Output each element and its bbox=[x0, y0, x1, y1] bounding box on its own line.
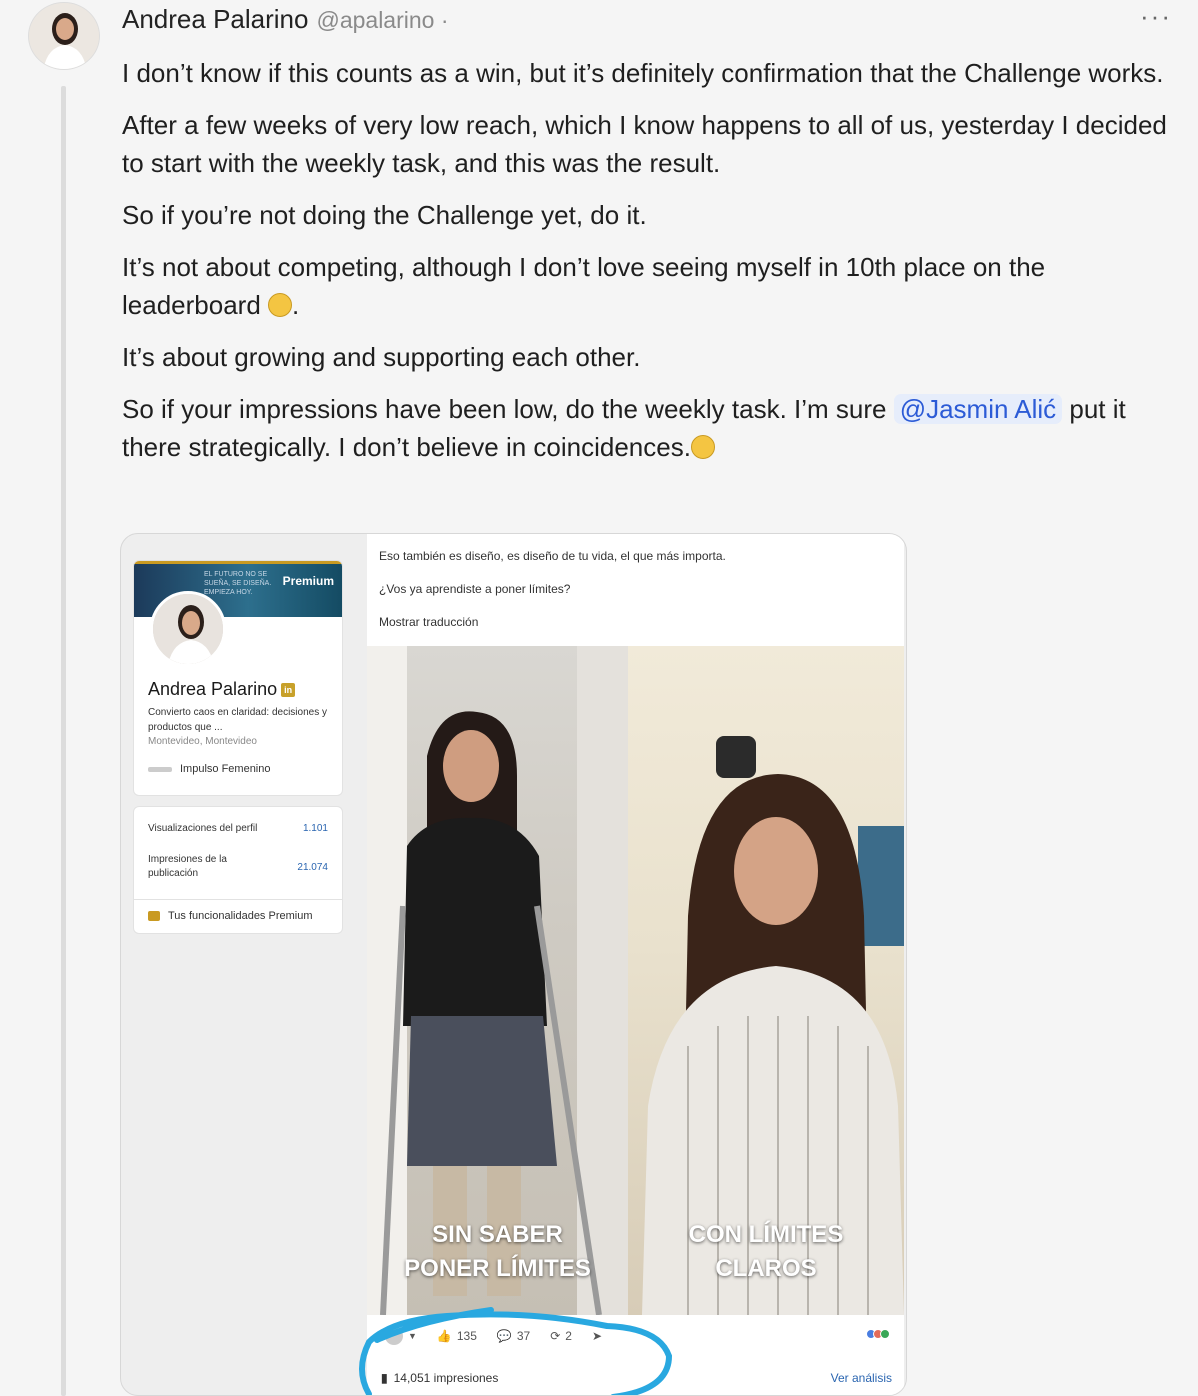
repost-count-value: 2 bbox=[565, 1329, 572, 1343]
post-paragraph-text: So if your impressions have been low, do… bbox=[122, 394, 894, 424]
profile-name-text: Andrea Palarino bbox=[148, 679, 278, 699]
impressions-value: 14,051 impresiones bbox=[393, 1371, 499, 1385]
celebrate-reaction-icon bbox=[880, 1329, 890, 1339]
caption-line: PONER LÍMITES bbox=[404, 1255, 591, 1282]
grinning-face-icon bbox=[268, 293, 293, 317]
stat-post-impressions: Impresiones de la publicación 21.074 bbox=[148, 853, 328, 881]
send-icon: ➤ bbox=[591, 1329, 603, 1343]
linkedin-profile-card: EL FUTURO NO SE SUEÑA, SE DISEÑA. EMPIEZ… bbox=[133, 560, 343, 796]
post-paragraph: It’s about growing and supporting each o… bbox=[122, 342, 641, 372]
caption-after: CON LÍMITES CLAROS bbox=[628, 1218, 904, 1286]
translate-link: Mostrar traducción bbox=[379, 615, 479, 629]
premium-features-link: Tus funcionalidades Premium bbox=[134, 899, 342, 932]
mention-link[interactable]: @Jasmin Alić bbox=[893, 394, 1063, 424]
linkedin-post: Eso también es diseño, es diseño de tu v… bbox=[367, 534, 904, 1395]
stat-profile-views: Visualizaciones del perfil 1.101 bbox=[148, 823, 328, 834]
profile-headline: Convierto caos en claridad: decisiones y… bbox=[148, 707, 327, 733]
profile-name: Andrea Palarino in bbox=[148, 679, 296, 700]
caption-before: SIN SABER PONER LÍMITES bbox=[367, 1218, 628, 1286]
post-paragraph: It’s not about competing, although I don… bbox=[122, 248, 1172, 324]
sunglasses-face-icon bbox=[690, 435, 715, 459]
linkedin-badge-icon: in bbox=[281, 682, 296, 697]
caption-line: SIN SABER bbox=[432, 1221, 563, 1248]
post-paragraph-text: It’s not about competing, although I don… bbox=[122, 252, 1046, 320]
reaction-selector: ▼ bbox=[385, 1327, 417, 1345]
author-name[interactable]: Andrea Palarino bbox=[122, 4, 308, 35]
profile-location: Montevideo, Montevideo bbox=[148, 736, 257, 747]
repost-count: ⟳ 2 bbox=[550, 1329, 572, 1343]
post-line: Eso también es diseño, es diseño de tu v… bbox=[379, 549, 726, 563]
avatar-image bbox=[29, 3, 99, 69]
premium-label: Premium bbox=[282, 574, 334, 588]
profile-organization: Impulso Femenino bbox=[148, 763, 271, 775]
like-count-value: 135 bbox=[456, 1329, 477, 1343]
stat-value: 1.101 bbox=[302, 823, 328, 834]
photo-before: SIN SABER PONER LÍMITES bbox=[367, 646, 628, 1315]
action-row: ▼ 👍 135 💬 37 ⟳ 2 ➤ bbox=[385, 1327, 602, 1345]
post-header: Andrea Palarino @apalarino · bbox=[122, 4, 449, 38]
photo-after-image bbox=[642, 736, 904, 1315]
author-handle[interactable]: @apalarino · bbox=[316, 7, 448, 34]
organization-name: Impulso Femenino bbox=[180, 763, 271, 775]
repost-icon: ⟳ bbox=[550, 1329, 561, 1343]
like-count: 👍 135 bbox=[437, 1329, 477, 1343]
comment-icon: 💬 bbox=[496, 1329, 512, 1343]
stat-value: 21.074 bbox=[297, 861, 328, 873]
thread-line bbox=[61, 86, 66, 1396]
bar-chart-icon: ▮ bbox=[381, 1371, 388, 1385]
post-paragraph: So if you’re not doing the Challenge yet… bbox=[122, 200, 647, 230]
reaction-icons bbox=[866, 1329, 890, 1339]
profile-photo-image bbox=[153, 594, 223, 664]
organization-logo-icon bbox=[148, 766, 172, 772]
image-attachment[interactable]: EL FUTURO NO SE SUEÑA, SE DISEÑA. EMPIEZ… bbox=[120, 533, 907, 1396]
user-avatar-icon bbox=[385, 1327, 403, 1345]
impressions: ▮ 14,051 impresiones bbox=[381, 1371, 498, 1385]
comment-count: 💬 37 bbox=[497, 1329, 530, 1343]
post-photo-collage: SIN SABER PONER LÍMITES CON LÍMITES CLAR… bbox=[367, 646, 904, 1315]
post-paragraph: I don’t know if this counts as a win, bu… bbox=[122, 58, 1164, 88]
comment-count-value: 37 bbox=[516, 1329, 531, 1343]
stat-label: Visualizaciones del perfil bbox=[148, 823, 258, 834]
post-actions-bar: ▼ 👍 135 💬 37 ⟳ 2 ➤ ▮ 14,051 impresiones … bbox=[367, 1315, 904, 1395]
chevron-down-icon: ▼ bbox=[408, 1331, 417, 1341]
photo-after: CON LÍMITES CLAROS bbox=[628, 646, 904, 1315]
post-body: I don’t know if this counts as a win, bu… bbox=[122, 54, 1172, 480]
post-paragraph: After a few weeks of very low reach, whi… bbox=[122, 110, 1167, 178]
like-icon: 👍 bbox=[436, 1329, 452, 1343]
caption-line: CON LÍMITES bbox=[688, 1221, 844, 1248]
photo-before-image bbox=[367, 646, 628, 1315]
stat-label: Impresiones de la publicación bbox=[148, 854, 227, 879]
premium-features-label: Tus funcionalidades Premium bbox=[168, 910, 313, 922]
more-options-icon[interactable]: ··· bbox=[1140, 3, 1172, 29]
post-paragraph: So if your impressions have been low, do… bbox=[122, 390, 1172, 466]
post-line: ¿Vos ya aprendiste a poner límites? bbox=[379, 582, 571, 596]
premium-icon bbox=[148, 911, 160, 921]
view-analytics-link: Ver análisis bbox=[830, 1371, 892, 1385]
linkedin-post-text: Eso también es diseño, es diseño de tu v… bbox=[367, 534, 904, 661]
profile-stats-card: Visualizaciones del perfil 1.101 Impresi… bbox=[133, 806, 343, 934]
author-avatar[interactable] bbox=[28, 2, 100, 70]
caption-line: CLAROS bbox=[715, 1255, 817, 1282]
period: . bbox=[292, 290, 300, 320]
banner-text: EL FUTURO NO SE SUEÑA, SE DISEÑA. EMPIEZ… bbox=[204, 571, 272, 596]
profile-photo bbox=[150, 591, 226, 667]
